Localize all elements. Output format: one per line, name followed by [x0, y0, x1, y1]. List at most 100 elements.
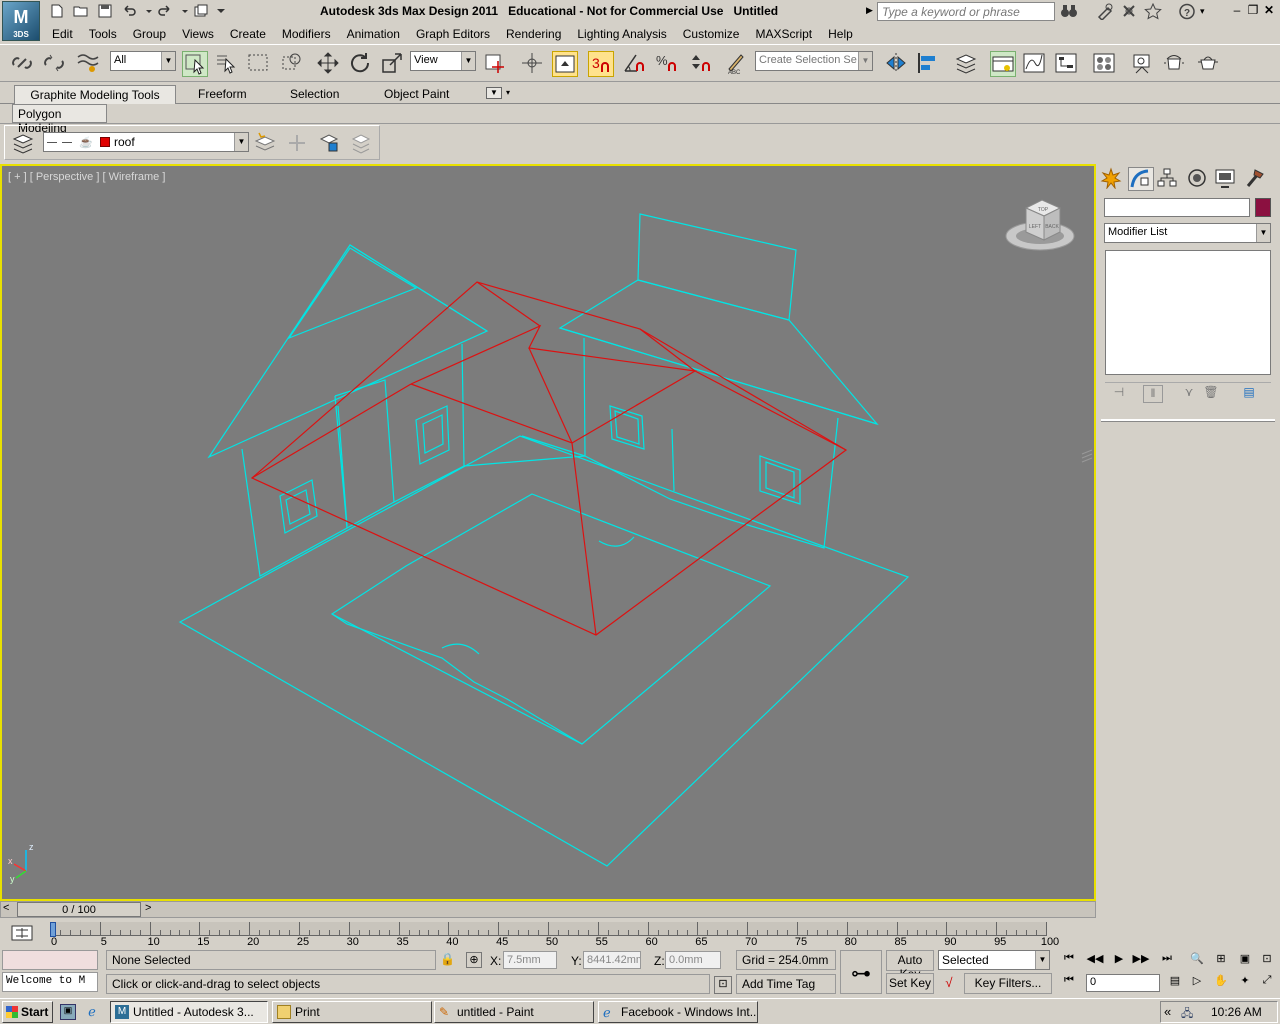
menu-maxscript[interactable]: MAXScript — [747, 24, 820, 44]
tab-object-paint[interactable]: Object Paint — [376, 85, 457, 104]
undo-icon[interactable] — [120, 3, 138, 19]
pin-stack-icon[interactable]: ⊣ — [1109, 385, 1129, 403]
pan-view-icon[interactable]: ✋ — [1210, 974, 1232, 992]
go-to-start-icon[interactable]: ⏮ — [1058, 952, 1080, 970]
named-selection-sets-dropdown[interactable]: Create Selection Se ▼ — [755, 51, 873, 71]
render-production-icon[interactable] — [1196, 51, 1222, 77]
curve-editor-icon[interactable] — [1022, 51, 1048, 77]
save-file-icon[interactable] — [96, 3, 114, 19]
zoom-icon[interactable]: 🔍 — [1186, 952, 1208, 970]
binoculars-icon[interactable] — [1060, 3, 1078, 20]
pivot-point-center-icon[interactable] — [482, 51, 508, 77]
modifier-list-dropdown[interactable]: Modifier List ▼ — [1104, 223, 1271, 243]
open-file-icon[interactable] — [72, 3, 90, 19]
current-frame-marker[interactable] — [50, 922, 56, 937]
viewcube[interactable]: TOP BACK LEFT — [1005, 199, 1075, 251]
help-dropdown-icon[interactable]: ▾ — [1200, 6, 1205, 17]
next-key-icon[interactable]: ▶▶ — [1130, 952, 1152, 970]
taskbar-item-facebook[interactable]: ℯ Facebook - Windows Int... — [598, 1001, 758, 1023]
object-name-field[interactable] — [1104, 198, 1250, 217]
selection-filter-dropdown[interactable]: All ▼ — [110, 51, 176, 71]
configure-modifier-sets-icon[interactable]: ▤ — [1239, 385, 1259, 403]
zoom-all-icon[interactable]: ⊞ — [1210, 952, 1232, 970]
maxscript-mini-listener-pink[interactable] — [2, 950, 98, 970]
tab-graphite-modeling-tools[interactable]: Graphite Modeling Tools — [14, 85, 176, 104]
time-slider[interactable]: < 0 / 100 > — [0, 901, 1096, 918]
graphite-modeling-tools-toggle-icon[interactable] — [990, 51, 1016, 77]
reference-coordinate-dropdown[interactable]: View ▼ — [410, 51, 476, 71]
current-frame-field[interactable]: 0 — [1086, 974, 1160, 992]
close-icon[interactable]: ✕ — [1262, 4, 1276, 18]
menu-views[interactable]: Views — [174, 24, 222, 44]
communication-center-icon[interactable] — [1120, 3, 1138, 20]
select-objects-in-layer-icon[interactable] — [317, 131, 341, 155]
add-selection-to-layer-icon[interactable] — [285, 131, 309, 155]
menu-rendering[interactable]: Rendering — [498, 24, 569, 44]
select-and-move-icon[interactable] — [316, 51, 342, 77]
undo-dropdown-icon[interactable] — [140, 3, 152, 19]
utilities-tab-icon[interactable] — [1244, 167, 1270, 191]
menu-lighting-analysis[interactable]: Lighting Analysis — [569, 24, 674, 44]
percent-snap-icon[interactable]: % — [654, 51, 680, 77]
app-menu-button[interactable]: M 3DS — [2, 1, 40, 41]
taskbar-item-print[interactable]: Print — [272, 1001, 432, 1023]
show-end-result-icon[interactable]: ‖ — [1143, 385, 1163, 403]
maxscript-mini-listener[interactable]: Welcome to M — [2, 972, 98, 992]
angle-snap-icon[interactable] — [622, 51, 648, 77]
viewport-label-menu[interactable]: [ + ] [ Perspective ] [ Wireframe ] — [8, 171, 165, 183]
modify-tab-icon[interactable] — [1128, 167, 1154, 191]
hierarchy-tab-icon[interactable] — [1156, 167, 1182, 191]
menu-modifiers[interactable]: Modifiers — [274, 24, 339, 44]
new-file-icon[interactable] — [48, 3, 66, 19]
set-key-button[interactable]: Set Key — [886, 973, 934, 994]
zoom-extents-all-icon[interactable]: ⊡ — [1256, 952, 1278, 970]
restore-icon[interactable]: ❐ — [1246, 4, 1260, 18]
key-mode-toggle-icon[interactable]: ⏮ — [1058, 974, 1080, 992]
z-coordinate-field[interactable]: 0.0mm — [665, 951, 721, 969]
subscription-center-icon[interactable] — [1096, 3, 1114, 22]
schematic-view-icon[interactable] — [1054, 51, 1080, 77]
keyboard-shortcut-override-icon[interactable] — [552, 51, 578, 77]
zoom-extents-icon[interactable]: ▣ — [1234, 952, 1256, 970]
create-new-layer-icon[interactable] — [253, 131, 277, 155]
key-filters-button[interactable]: Key Filters... — [964, 973, 1052, 994]
rectangular-selection-region-icon[interactable] — [246, 51, 272, 77]
rendered-frame-window-icon[interactable] — [1162, 51, 1188, 77]
open-mini-curve-editor-icon[interactable] — [10, 924, 34, 942]
tab-freeform[interactable]: Freeform — [190, 85, 255, 104]
orbit-icon[interactable]: ✦ — [1234, 974, 1256, 992]
previous-key-icon[interactable]: ◀◀ — [1084, 952, 1106, 970]
go-to-end-icon[interactable]: ⏭ — [1156, 952, 1178, 970]
modifier-stack[interactable] — [1105, 250, 1271, 375]
taskbar-item-3dsmax[interactable]: M Untitled - Autodesk 3... — [110, 1001, 268, 1023]
material-editor-icon[interactable] — [1092, 51, 1118, 77]
project-folder-icon[interactable] — [192, 3, 210, 19]
start-button[interactable]: Start — [2, 1001, 53, 1023]
default-in-out-tangent-icon[interactable]: √ — [938, 975, 960, 993]
time-slider-handle[interactable]: 0 / 100 — [17, 902, 141, 917]
quick-access-dropdown-icon[interactable] — [212, 3, 225, 19]
set-key-icon[interactable]: ⊶ — [840, 950, 882, 994]
menu-graph-editors[interactable]: Graph Editors — [408, 24, 498, 44]
select-and-link-icon[interactable] — [10, 51, 36, 77]
set-current-layer-icon[interactable] — [349, 131, 373, 155]
unlink-selection-icon[interactable] — [42, 51, 68, 77]
redo-icon[interactable] — [156, 3, 174, 19]
viewport-resize-grip[interactable] — [1081, 449, 1093, 463]
network-icon[interactable]: 🖧 — [1181, 1005, 1193, 1024]
time-tag-icon[interactable]: ⊡ — [714, 976, 732, 994]
menu-tools[interactable]: Tools — [81, 24, 125, 44]
select-by-name-icon[interactable] — [214, 51, 240, 77]
make-unique-icon[interactable]: ⋎ — [1179, 385, 1199, 403]
ribbon-options-dropdown-icon[interactable]: ▾ — [506, 88, 510, 97]
layer-manager-icon[interactable] — [954, 51, 980, 77]
object-color-swatch[interactable] — [1255, 198, 1271, 217]
taskbar-item-paint[interactable]: ✎ untitled - Paint — [434, 1001, 594, 1023]
create-tab-icon[interactable] — [1100, 167, 1126, 191]
x-coordinate-field[interactable]: 7.5mm — [503, 951, 557, 969]
spinner-snap-icon[interactable] — [688, 51, 714, 77]
remove-modifier-icon[interactable]: 🗑 — [1201, 385, 1221, 403]
align-icon[interactable] — [916, 51, 942, 77]
motion-tab-icon[interactable] — [1186, 167, 1212, 191]
mirror-icon[interactable] — [884, 51, 910, 77]
